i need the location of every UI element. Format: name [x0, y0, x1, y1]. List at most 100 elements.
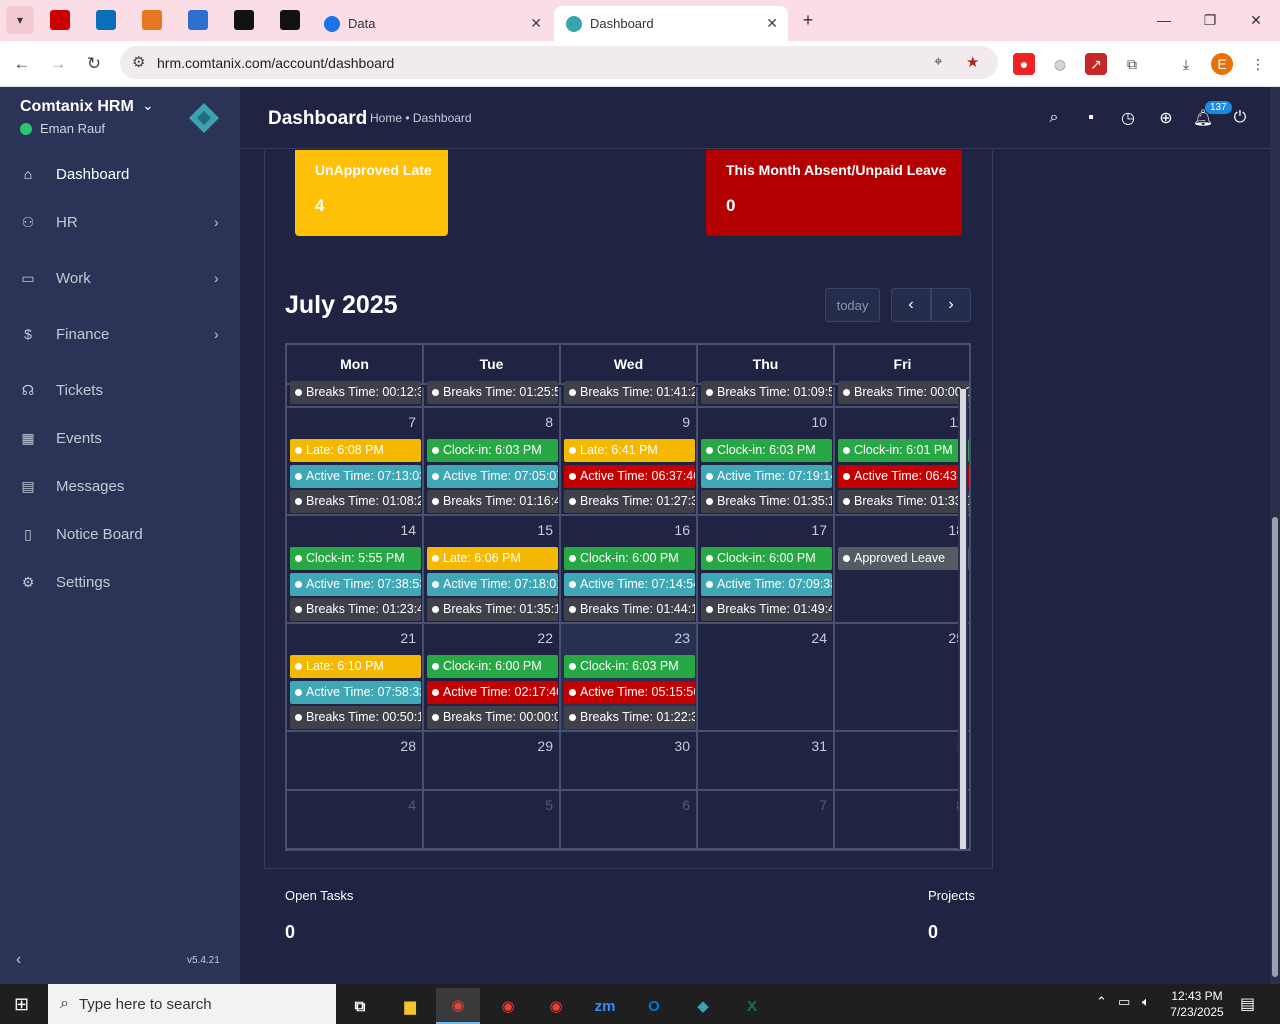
profile-avatar[interactable]: E [1211, 53, 1233, 75]
calendar-event[interactable]: Clock-in: 6:00 PM [701, 547, 832, 570]
calendar-event[interactable]: Active Time: 07:58:32 [290, 680, 421, 704]
day-number[interactable]: 16 [674, 522, 690, 538]
taskbar-search[interactable]: ⌕ Type here to search [48, 984, 336, 1024]
page-scrollbar[interactable] [1270, 87, 1280, 984]
day-number[interactable]: 8 [545, 414, 553, 430]
pinned-tab-4[interactable] [188, 10, 208, 30]
extension-adblock-icon[interactable]: ● [1013, 53, 1035, 75]
calendar-event[interactable]: Active Time: 06:37:40 [564, 464, 695, 488]
calendar-event[interactable]: Clock-in: 6:03 PM [427, 439, 558, 462]
calendar-day-cell[interactable]: 23 Clock-in: 6:03 PM Active Time: 05:15:56… [561, 624, 698, 732]
system-clock[interactable]: 12:43 PM 7/23/2025 [1162, 988, 1232, 1020]
windows-start-icon[interactable]: ⊞ [14, 994, 34, 1014]
sidebar-item-messages[interactable]: ▤ Messages [0, 466, 240, 506]
calendar-event[interactable]: Breaks Time: 01:33:0 [838, 490, 969, 513]
extension-globe-icon[interactable]: ◍ [1049, 53, 1071, 75]
sidebar-item-dashboard[interactable]: ⌂ Dashboard [0, 154, 240, 194]
day-number[interactable]: 17 [811, 522, 827, 538]
close-window-button[interactable]: ✕ [1236, 8, 1276, 32]
calendar-day-cell[interactable]: 6 [561, 791, 698, 849]
day-number[interactable]: 6 [682, 797, 690, 813]
sidebar-item-finance[interactable]: $ Finance › [0, 314, 240, 354]
calendar-event[interactable]: Breaks Time: 01:16:4 [427, 490, 558, 513]
tab-dashboard[interactable]: Dashboard ✕ [554, 6, 788, 41]
day-number[interactable]: 5 [545, 797, 553, 813]
calendar-day-cell[interactable]: Breaks Time: 01:09:5 [698, 381, 835, 408]
calendar-day-cell[interactable]: Breaks Time: 00:00:0 [835, 381, 969, 408]
reload-button[interactable]: ↻ [81, 51, 107, 77]
today-button[interactable]: today [825, 288, 880, 322]
calendar-event[interactable]: Active Time: 05:15:56 [564, 680, 695, 704]
pinned-tab-amazon-1[interactable] [234, 10, 254, 30]
calendar-event[interactable]: Active Time: 07:38:53 [290, 572, 421, 596]
chrome-alt-icon[interactable]: ◉ [534, 988, 578, 1024]
calendar-event[interactable]: Breaks Time: 01:25:5 [427, 381, 558, 404]
file-explorer-icon[interactable]: ▆ [388, 988, 432, 1024]
calendar-event[interactable]: Active Time: 02:17:40 [427, 680, 558, 704]
volume-icon[interactable]: 🔈︎ [1142, 994, 1150, 1010]
day-number[interactable]: 14 [400, 522, 416, 538]
day-number[interactable]: 7 [408, 414, 416, 430]
bookmark-star-icon[interactable]: ★ [966, 53, 979, 71]
calendar-event[interactable]: Active Time: 06:43:3 [838, 464, 969, 488]
calendar-day-cell[interactable]: 5 [424, 791, 561, 849]
calendar-day-cell[interactable]: 22 Clock-in: 6:00 PM Active Time: 02:17:40… [424, 624, 561, 732]
collapse-sidebar-icon[interactable]: ‹ [16, 951, 21, 969]
omnibox[interactable]: ⚙ hrm.comtanix.com/account/dashboard ⌖ ★ [120, 46, 998, 79]
extension-pdf-icon[interactable]: ↗ [1085, 53, 1107, 75]
sidebar-item-notice-board[interactable]: ▯ Notice Board [0, 514, 240, 554]
day-number[interactable]: 9 [682, 414, 690, 430]
sidebar-item-settings[interactable]: ⚙ Settings [0, 562, 240, 602]
calendar-day-cell[interactable]: Breaks Time: 00:12:30 [287, 381, 424, 408]
calendar-day-cell[interactable]: 21 Late: 6:10 PM Active Time: 07:58:32 Brea… [287, 624, 424, 732]
calendar-event[interactable]: Breaks Time: 00:50:1 [290, 706, 421, 729]
calendar-event[interactable]: Breaks Time: 01:09:5 [701, 381, 832, 404]
projects-value[interactable]: 0 [928, 922, 938, 943]
url-text[interactable]: hrm.comtanix.com/account/dashboard [157, 55, 394, 71]
calendar-event[interactable]: Breaks Time: 00:12:30 [290, 381, 421, 404]
tab-search-button[interactable]: ▾ [6, 6, 34, 34]
calendar-event[interactable]: Clock-in: 6:01 PM [838, 439, 969, 462]
prev-month-button[interactable]: ‹ [891, 288, 931, 322]
restore-button[interactable]: ❐ [1190, 8, 1230, 32]
calendar-day-cell[interactable]: 31 [698, 732, 835, 791]
calendar-event[interactable]: Active Time: 07:14:54 [564, 572, 695, 596]
day-number[interactable]: 29 [537, 738, 553, 754]
next-month-button[interactable]: › [931, 288, 971, 322]
unapproved-late-card[interactable]: UnApproved Late 4 [295, 150, 448, 236]
calendar-day-cell[interactable]: 28 [287, 732, 424, 791]
calendar-day-cell[interactable]: 1 [835, 732, 969, 791]
calendar-event[interactable]: Late: 6:10 PM [290, 655, 421, 678]
sidebar-item-hr[interactable]: ⚇ HR › [0, 202, 240, 242]
excel-icon[interactable]: X [730, 988, 774, 1024]
day-number[interactable]: 28 [400, 738, 416, 754]
calendar-day-cell[interactable]: 8 Clock-in: 6:03 PM Active Time: 07:05:07 B… [424, 408, 561, 516]
calendar-event[interactable]: Active Time: 07:05:07 [427, 464, 558, 488]
calendar-day-cell[interactable]: 7 [698, 791, 835, 849]
calendar-event[interactable]: Clock-in: 6:00 PM [564, 547, 695, 570]
download-icon[interactable]: ⤓ [1175, 53, 1197, 75]
new-tab-button[interactable]: + [788, 8, 828, 32]
calendar-event[interactable]: Active Time: 07:13:03 [290, 464, 421, 488]
calendar-event[interactable]: Breaks Time: 01:23:43 [290, 598, 421, 621]
pinned-tab-2[interactable] [96, 10, 116, 30]
day-number[interactable]: 21 [400, 630, 416, 646]
calendar-day-cell[interactable]: 24 [698, 624, 835, 732]
back-button[interactable]: ← [9, 51, 35, 77]
forward-button[interactable]: → [45, 51, 71, 77]
sidebar-item-tickets[interactable]: ☊ Tickets [0, 370, 240, 410]
minimize-button[interactable]: — [1144, 8, 1184, 32]
calendar-event[interactable]: Active Time: 07:19:14 [701, 464, 832, 488]
calendar-event[interactable]: Breaks Time: 01:41:2 [564, 381, 695, 404]
calendar-day-cell[interactable]: 30 [561, 732, 698, 791]
pinned-tab-amazon-2[interactable] [280, 10, 300, 30]
day-number[interactable]: 10 [811, 414, 827, 430]
calendar-day-cell[interactable]: 25 [835, 624, 969, 732]
calendar-day-cell[interactable]: 10 Clock-in: 6:03 PM Active Time: 07:19:14… [698, 408, 835, 516]
calendar-event[interactable]: Late: 6:41 PM [564, 439, 695, 462]
calendar-day-cell[interactable]: 11 Clock-in: 6:01 PM Active Time: 06:43:3 B… [835, 408, 969, 516]
day-number[interactable]: 22 [537, 630, 553, 646]
day-number[interactable]: 15 [537, 522, 553, 538]
power-icon[interactable]: ⏻ [1229, 107, 1251, 129]
tab-data[interactable]: Data ✕ [312, 6, 552, 41]
